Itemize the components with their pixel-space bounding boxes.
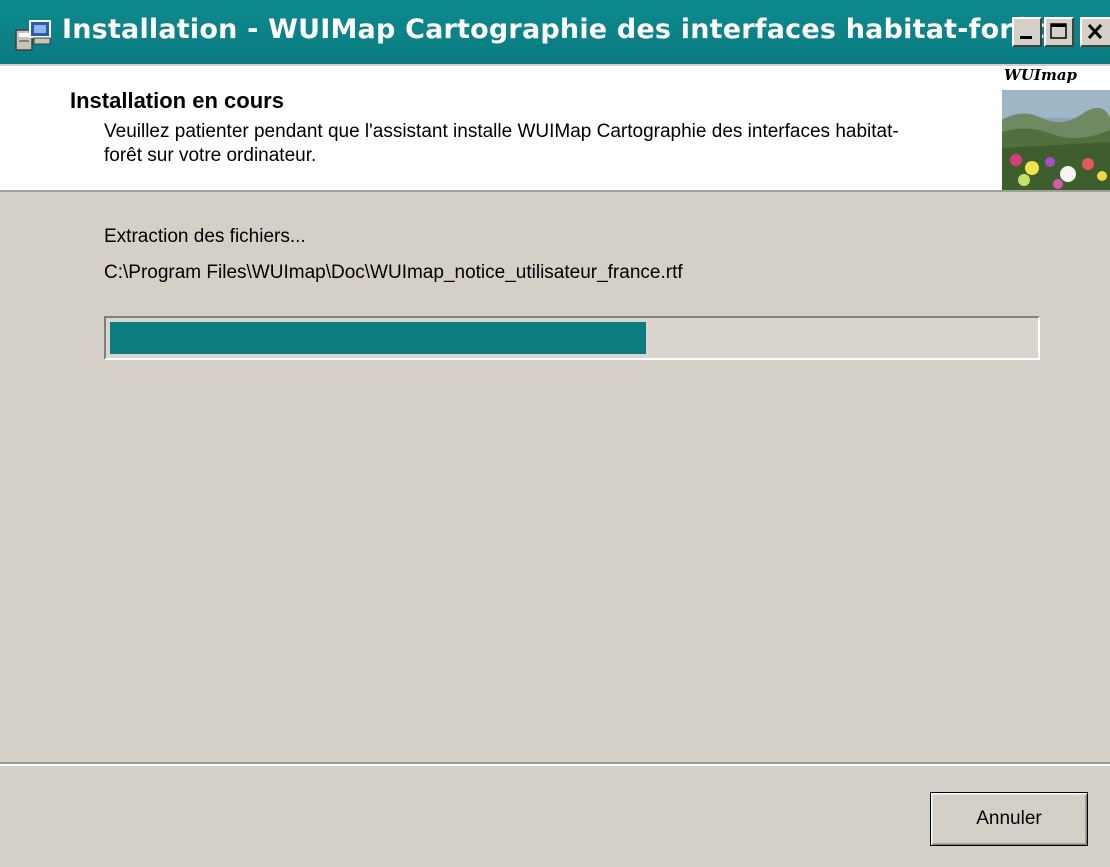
window-title: Installation - WUIMap Cartographie des i… [62,14,1045,45]
progress-bar [104,316,1040,360]
landscape-image [1002,90,1110,190]
current-file-path: C:\Program Files\WUImap\Doc\WUImap_notic… [104,262,683,283]
installer-window: Installation - WUIMap Cartographie des i… [0,0,1110,867]
title-bar[interactable]: Installation - WUIMap Cartographie des i… [0,0,1110,66]
logo-text: WUImap [1004,66,1078,84]
minimize-icon [1020,36,1032,39]
footer-separator [0,762,1110,766]
status-label: Extraction des fichiers... [104,226,306,247]
wizard-header: Installation en cours Veuillez patienter… [0,66,1110,192]
cancel-button[interactable]: Annuler [930,792,1088,846]
page-subtitle: Veuillez patienter pendant que l'assista… [104,121,899,166]
progress-fill [110,322,646,354]
installer-icon [14,18,54,52]
minimize-button[interactable] [1012,17,1042,47]
page-title: Installation en cours [70,88,284,113]
wuimap-logo: WUImap [998,66,1110,190]
maximize-icon [1050,23,1067,39]
maximize-button[interactable] [1044,17,1074,47]
close-button[interactable] [1080,17,1110,47]
close-icon [1087,23,1103,40]
